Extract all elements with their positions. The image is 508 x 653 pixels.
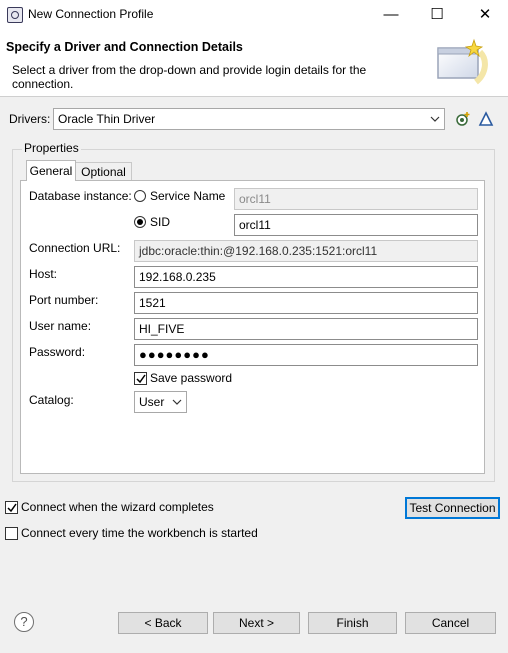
close-button[interactable]: ✕ — [462, 0, 508, 30]
drivers-label: Drivers: — [9, 112, 51, 126]
connect-on-finish-checkbox[interactable] — [5, 501, 18, 514]
user-name-label: User name: — [29, 319, 92, 333]
back-button[interactable]: < Back — [118, 612, 208, 634]
new-driver-icon[interactable] — [455, 111, 471, 127]
connect-every-time-checkbox[interactable] — [5, 527, 18, 540]
password-field[interactable]: ●●●●●●●● — [134, 344, 478, 366]
checkmark-icon — [136, 374, 146, 384]
window-title: New Connection Profile — [28, 7, 154, 21]
service-name-radio[interactable] — [134, 190, 146, 202]
tab-general[interactable]: General — [26, 160, 76, 181]
sid-radio[interactable] — [134, 216, 146, 228]
title-bar: New Connection Profile — ☐ ✕ — [0, 0, 508, 30]
connection-url-label: Connection URL: — [29, 241, 121, 255]
wizard-header: Specify a Driver and Connection Details … — [0, 30, 508, 97]
drivers-selected-value: Oracle Thin Driver — [58, 112, 156, 126]
finish-button[interactable]: Finish — [308, 612, 397, 634]
service-name-radio-label: Service Name — [150, 189, 226, 203]
page-title: Specify a Driver and Connection Details — [6, 40, 243, 54]
catalog-selected-value: User — [139, 395, 165, 409]
chevron-down-icon — [172, 399, 182, 405]
next-button[interactable]: Next > — [213, 612, 300, 634]
user-name-field[interactable]: HI_FIVE — [134, 318, 478, 340]
minimize-button[interactable]: — — [368, 0, 414, 30]
database-instance-label: Database instance: — [29, 189, 132, 203]
port-number-field[interactable]: 1521 — [134, 292, 478, 314]
port-number-label: Port number: — [29, 293, 99, 307]
connection-url-field[interactable]: jdbc:oracle:thin:@192.168.0.235:1521:orc… — [134, 240, 478, 262]
chevron-down-icon — [430, 116, 440, 122]
tab-optional[interactable]: Optional — [76, 162, 132, 181]
help-icon[interactable]: ? — [14, 612, 34, 632]
test-connection-button[interactable]: Test Connection — [405, 497, 500, 519]
host-field[interactable]: 192.168.0.235 — [134, 266, 478, 288]
edit-driver-icon[interactable] — [478, 111, 494, 127]
catalog-label: Catalog: — [29, 393, 74, 407]
host-label: Host: — [29, 267, 58, 281]
checkmark-icon — [7, 503, 17, 513]
password-label: Password: — [29, 345, 86, 359]
sid-radio-label: SID — [150, 215, 171, 229]
page-description: Select a driver from the drop-down and p… — [12, 63, 367, 91]
drivers-dropdown[interactable]: Oracle Thin Driver — [53, 108, 445, 130]
cancel-button[interactable]: Cancel — [405, 612, 496, 634]
service-name-field[interactable]: orcl11 — [234, 188, 478, 210]
sid-field[interactable]: orcl11 — [234, 214, 478, 236]
wizard-banner-icon — [437, 38, 488, 85]
save-password-label: Save password — [150, 371, 233, 385]
properties-group-label: Properties — [22, 141, 81, 155]
eclipse-app-icon — [7, 7, 23, 23]
save-password-checkbox[interactable] — [134, 372, 147, 385]
connect-on-finish-label: Connect when the wizard completes — [21, 500, 214, 514]
catalog-dropdown[interactable]: User — [134, 391, 187, 413]
maximize-button[interactable]: ☐ — [414, 0, 460, 30]
connect-every-time-label: Connect every time the workbench is star… — [21, 526, 258, 540]
